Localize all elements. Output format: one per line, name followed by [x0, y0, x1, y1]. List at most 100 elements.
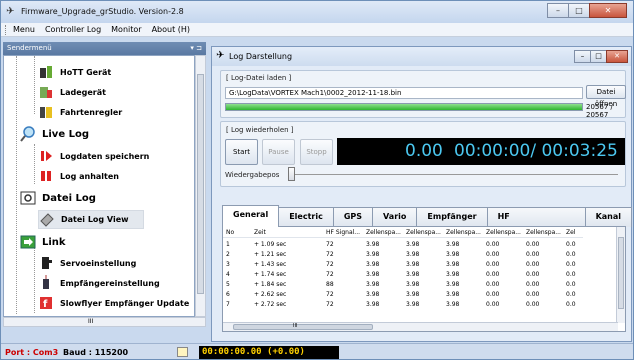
- table-header-cell: Zel: [566, 229, 576, 236]
- table-cell: 0.0: [566, 281, 576, 288]
- table-cell: 0.00: [526, 291, 540, 298]
- hott-device-icon: [38, 64, 54, 80]
- child-close-button[interactable]: ✕: [606, 50, 628, 63]
- table-cell: 3.98: [366, 251, 380, 258]
- magnifier-icon: [20, 126, 36, 142]
- playpos-slider[interactable]: [288, 167, 295, 181]
- child-minimize-button[interactable]: –: [574, 50, 591, 63]
- table-horizontal-scrollbar[interactable]: III: [223, 322, 618, 331]
- progress-count: 20567 / 20567: [586, 103, 613, 119]
- table-row[interactable]: 5 + 1.84 sec 88 3.98 3.98 3.98 0.00 0.00 0.0: [223, 280, 583, 290]
- table-header-cell: Zellenspa...: [526, 229, 561, 236]
- scroll-grip: III: [293, 323, 298, 329]
- tab-electric[interactable]: Electric: [278, 207, 334, 227]
- sidebar-item-label: Fahrtenregler: [60, 107, 123, 117]
- playpos-track: [288, 174, 618, 175]
- stop-icon: [38, 168, 54, 184]
- table-cell: 3.98: [406, 281, 420, 288]
- table-row[interactable]: 1 + 1.09 sec 72 3.98 3.98 3.98 0.00 0.00 0.0: [223, 240, 583, 250]
- sidebar-item-label: Datei Log: [42, 192, 96, 204]
- table-cell: 0.00: [486, 271, 500, 278]
- sidebar-item-hott-geraet[interactable]: HoTT Gerät: [38, 64, 111, 80]
- sidebar-item-live-log[interactable]: Live Log: [20, 126, 89, 142]
- file-path-field[interactable]: G:\LogData\VORTEX Mach1\0002_2012-11-18.…: [225, 87, 583, 99]
- tab-hf-signal[interactable]: HF Signalqualität: [486, 207, 586, 239]
- table-header-cell: Zellenspa...: [486, 229, 521, 236]
- table-row[interactable]: 7 + 2.72 sec 72 3.98 3.98 3.98 0.00 0.00 0.0: [223, 300, 583, 310]
- sidebar-item-label: Servoeinstellung: [60, 258, 137, 268]
- tab-kanal[interactable]: Kanal: [584, 207, 632, 227]
- table-cell: 3.98: [446, 261, 460, 268]
- main-window: ✈ Firmware_Upgrade_grStudio. Version-2.8…: [0, 0, 634, 360]
- menu-bar: Menu Controller Log Monitor About (H): [1, 23, 633, 37]
- scroll-thumb[interactable]: [197, 74, 204, 294]
- open-file-button[interactable]: Datei öffnen: [586, 85, 626, 108]
- sidebar-item-slowflyer-update[interactable]: f Slowflyer Empfänger Update: [38, 295, 189, 311]
- sidebar-item-log-anhalten[interactable]: Log anhalten: [38, 168, 119, 184]
- minimize-button[interactable]: –: [547, 3, 569, 18]
- pin-icon[interactable]: ▾ ⊐: [190, 42, 202, 55]
- charger-icon: [38, 84, 54, 100]
- menu-monitor[interactable]: Monitor: [111, 25, 141, 34]
- sidebar-item-logdaten-speichern[interactable]: Logdaten speichern: [38, 148, 149, 164]
- sidebar-item-datei-log[interactable]: Datei Log: [20, 190, 96, 206]
- scroll-thumb[interactable]: [618, 237, 624, 309]
- table-cell: 2: [226, 251, 230, 258]
- load-progress-bar: [225, 103, 583, 111]
- app-title: Firmware_Upgrade_grStudio. Version-2.8: [21, 7, 184, 16]
- table-cell: 3.98: [406, 291, 420, 298]
- table-cell: 0.0: [566, 251, 576, 258]
- table-cell: 0.0: [566, 261, 576, 268]
- table-cell: 0.00: [486, 281, 500, 288]
- child-maximize-button[interactable]: □: [590, 50, 607, 63]
- sidebar-vertical-scrollbar[interactable]: [195, 55, 206, 317]
- sidebar-item-datei-log-view[interactable]: Datei Log View: [38, 210, 144, 229]
- sidebar-item-ladegeraet[interactable]: Ladegerät: [38, 84, 106, 100]
- speed-controller-icon: [38, 104, 54, 120]
- tab-gps[interactable]: GPS: [332, 207, 374, 227]
- pause-button[interactable]: Pause: [262, 139, 295, 165]
- baud-status: Baud : 115200: [63, 348, 129, 357]
- update-icon: f: [38, 295, 54, 311]
- sidebar-item-servoeinstellung[interactable]: Servoeinstellung: [38, 255, 136, 271]
- sidebar-item-empfaengereinstellung[interactable]: Empfängereinstellung: [38, 275, 160, 291]
- close-button[interactable]: ✕: [589, 3, 627, 18]
- table-cell: + 1.09 sec: [254, 241, 287, 248]
- table-cell: 3.98: [406, 251, 420, 258]
- tab-general[interactable]: General: [222, 205, 280, 227]
- table-row[interactable]: 2 + 1.21 sec 72 3.98 3.98 3.98 0.00 0.00 0.0: [223, 250, 583, 260]
- link-arrow-icon: [20, 234, 36, 250]
- log-table: No Zeit HF Signal... Zellenspa... Zellenspa.…: [222, 226, 626, 332]
- menu-menu[interactable]: Menu: [13, 25, 35, 34]
- table-row[interactable]: 4 + 1.74 sec 72 3.98 3.98 3.98 0.00 0.00 0.0: [223, 270, 583, 280]
- start-button[interactable]: Start: [225, 139, 258, 165]
- sidebar-item-fahrtenregler[interactable]: Fahrtenregler: [38, 104, 122, 120]
- stop-button[interactable]: Stopp: [300, 139, 333, 165]
- sidebar-item-link[interactable]: Link: [20, 234, 66, 250]
- menu-about[interactable]: About (H): [152, 25, 190, 34]
- table-cell: 0.0: [566, 291, 576, 298]
- scroll-thumb[interactable]: [233, 324, 373, 330]
- tab-strip: General Electric GPS Vario Empfänger HF …: [222, 205, 632, 239]
- tab-vario[interactable]: Vario: [372, 207, 418, 227]
- table-cell: + 2.72 sec: [254, 301, 287, 308]
- table-row[interactable]: 6 + 2.62 sec 72 3.98 3.98 3.98 0.00 0.00 0.0: [223, 290, 583, 300]
- tab-empfaenger[interactable]: Empfänger: [416, 207, 488, 227]
- sidebar-horizontal-scrollbar[interactable]: III: [3, 317, 206, 327]
- table-vertical-scrollbar[interactable]: [616, 227, 625, 323]
- table-cell: 3.98: [406, 271, 420, 278]
- scroll-grip: III: [88, 318, 94, 325]
- table-row[interactable]: 3 + 1.43 sec 72 3.98 3.98 3.98 0.00 0.00 0.0: [223, 260, 583, 270]
- servo-icon: [38, 255, 54, 271]
- table-cell: 5: [226, 281, 230, 288]
- table-cell: 3.98: [446, 241, 460, 248]
- maximize-button[interactable]: □: [568, 3, 590, 18]
- table-cell: 88: [326, 281, 334, 288]
- load-group-label: [ Log-Datei laden ]: [226, 74, 292, 82]
- table-cell: 0.00: [526, 271, 540, 278]
- menu-controller-log[interactable]: Controller Log: [45, 25, 101, 34]
- table-cell: 0.00: [526, 251, 540, 258]
- table-cell: 3.98: [446, 271, 460, 278]
- table-cell: 3.98: [366, 241, 380, 248]
- sidebar-item-label: Empfängereinstellung: [60, 278, 160, 288]
